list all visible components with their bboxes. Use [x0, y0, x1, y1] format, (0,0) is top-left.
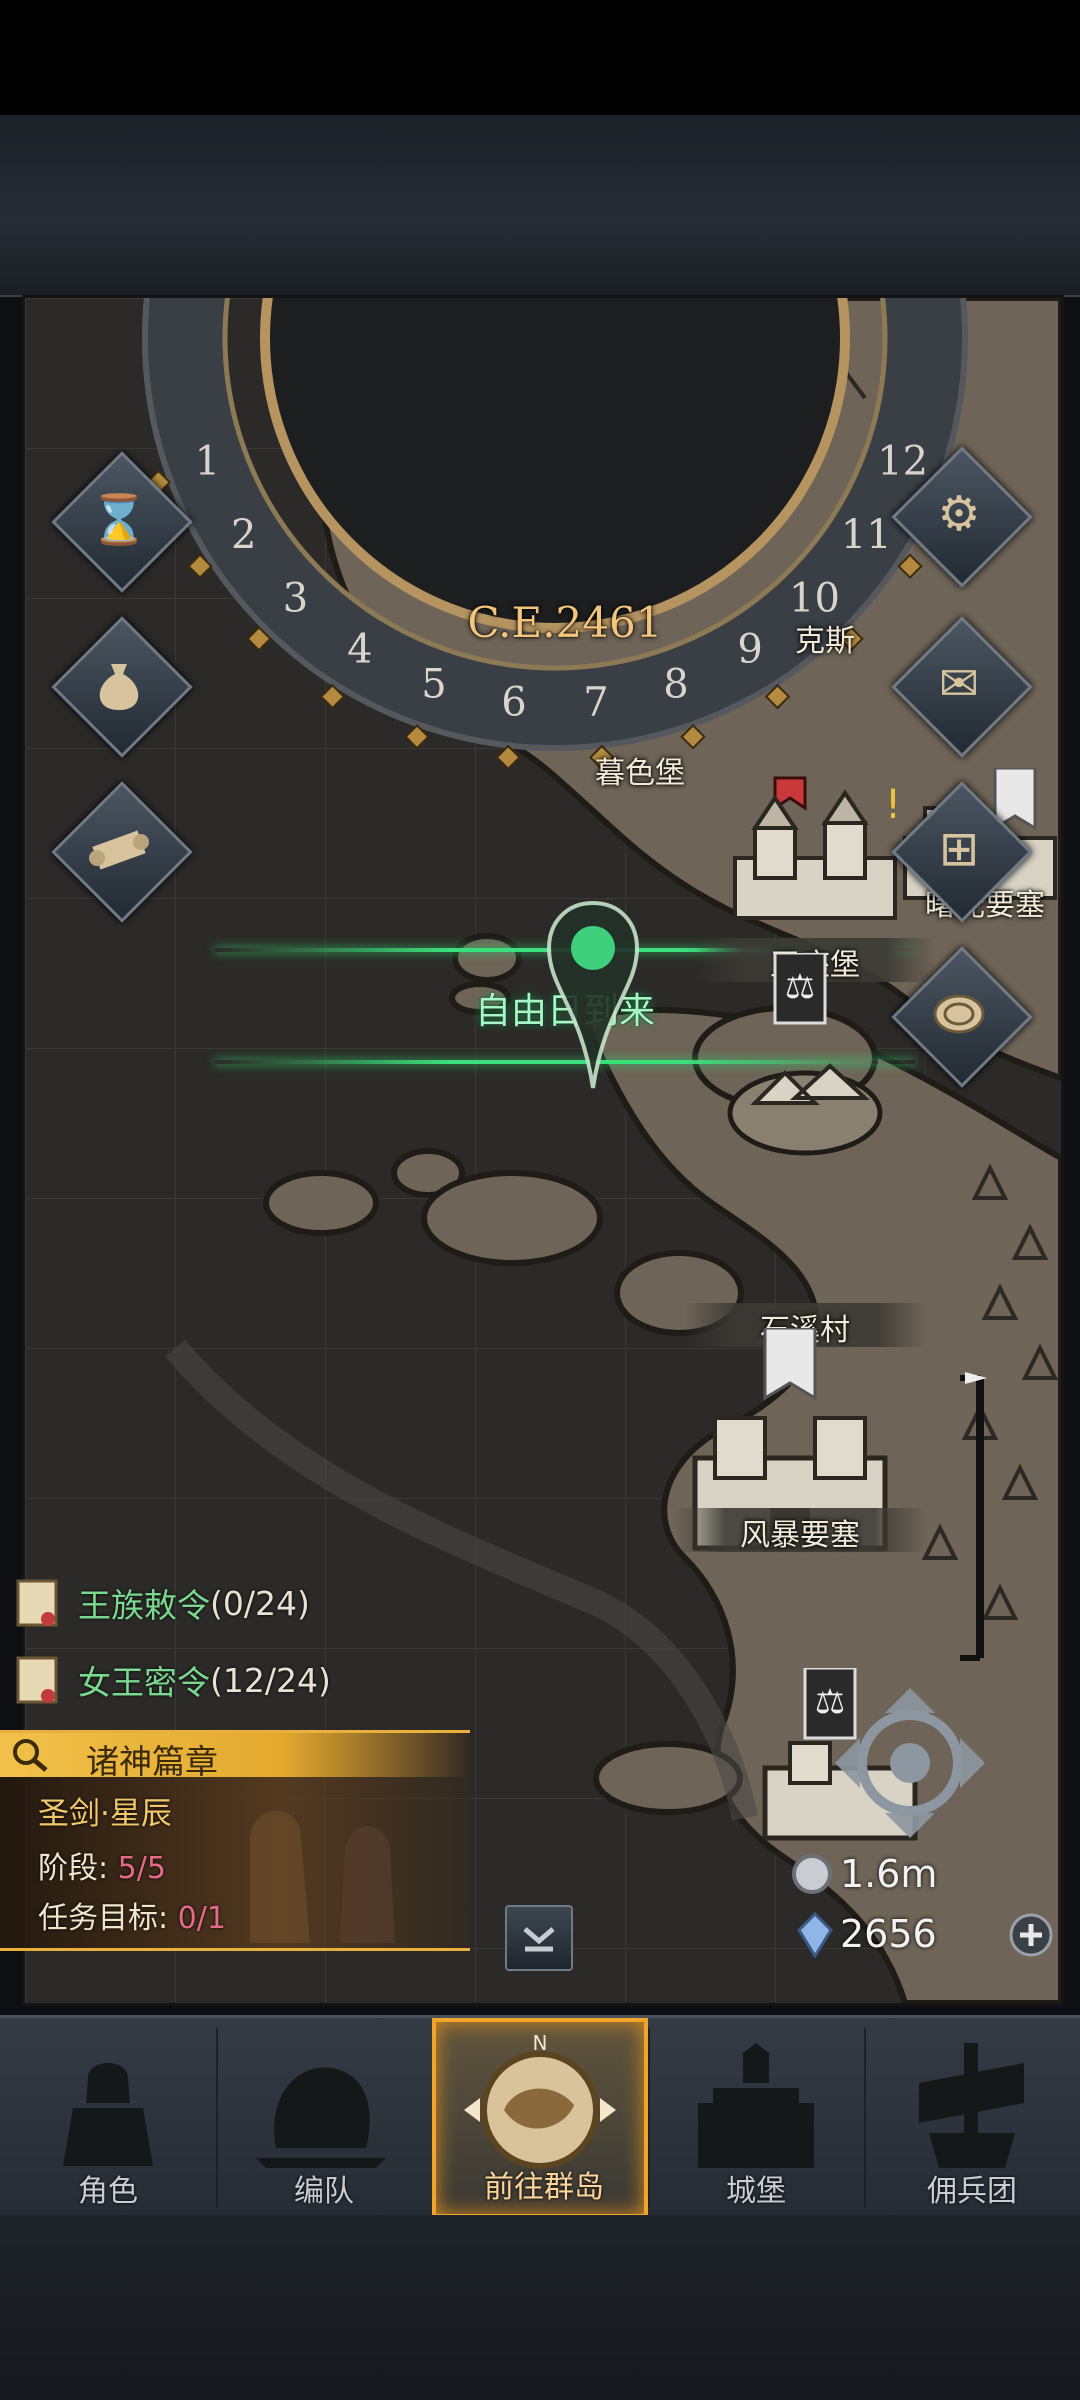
knight-icon [63, 2063, 153, 2166]
bottom-padding [0, 2215, 1080, 2400]
money-bag-button[interactable] [51, 616, 193, 758]
chapter-panel[interactable]: 诸神篇章 圣剑·星辰 阶段: 5/5 任务目标: 0/1 [0, 1730, 470, 1951]
nav-tab-character[interactable]: 角色 [0, 2018, 216, 2218]
quest-scroll-icon [16, 1579, 58, 1627]
chapter-stage-label: 阶段: [38, 1851, 118, 1886]
quest-count: (0/24) [210, 1583, 310, 1623]
place-label-storm[interactable]: 风暴要塞 [695, 1510, 905, 1554]
coin-button[interactable] [891, 946, 1033, 1088]
crystal-icon [797, 1912, 833, 1958]
chapter-title: 诸神篇章 [86, 1742, 218, 1781]
compass-icon: N [464, 2031, 616, 2169]
quest-name: 女王密令 [78, 1663, 210, 1702]
quest-name: 王族敕令 [78, 1586, 210, 1625]
add-crystal-button[interactable] [1008, 1912, 1054, 1958]
grid-window-icon: ⊞ [938, 821, 980, 877]
throne-castle-icon[interactable]: ! [715, 768, 915, 928]
silver-amount: 1.6m [840, 1852, 938, 1896]
chapter-subtitle: 圣剑·星辰 [38, 1796, 172, 1832]
stone-creek-village-icon[interactable]: ⚖ [715, 953, 895, 1163]
helmet-icon [256, 2067, 386, 2168]
scroll-button[interactable] [51, 781, 193, 923]
quest-item-queen-order[interactable]: 女王密令 (12/24) [10, 1650, 331, 1710]
nav-tab-label: 角色 [78, 2174, 138, 2209]
nav-tab-label: 编队 [294, 2174, 354, 2209]
magnifier-icon [13, 1739, 48, 1772]
zoom-slider[interactable] [945, 1368, 995, 1668]
chapter-stage-value: 5/5 [117, 1851, 166, 1886]
money-bag-icon [60, 625, 178, 743]
compass-north-letter: N [533, 2031, 548, 2055]
castle-icon [698, 2043, 814, 2168]
year-label: C.E.2461 [467, 598, 663, 647]
crystal-amount: 2656 [840, 1912, 937, 1956]
nav-tab-label: 前往群岛 [484, 2170, 604, 2205]
gear-icon: ⚙ [937, 486, 981, 542]
recenter-icon[interactable] [835, 1688, 985, 1838]
nav-tab-formation[interactable]: 编队 [216, 2018, 432, 2218]
chapter-goal: 任务目标: 0/1 [38, 1893, 226, 1937]
place-label-kes[interactable]: 克斯 [775, 616, 875, 660]
chevron-down-icon [523, 1927, 555, 1952]
coin-icon [900, 955, 1018, 1073]
status-bar [0, 0, 1080, 115]
place-label-dusk[interactable]: 暮色堡 [570, 748, 710, 792]
silver-coin-icon [792, 1854, 832, 1894]
window-button[interactable]: ⊞ [891, 781, 1033, 923]
chapter-header: 诸神篇章 [0, 1733, 470, 1781]
quest-scroll-icon [16, 1656, 58, 1704]
settings-button[interactable]: ⚙ [891, 446, 1033, 588]
svg-text:⚖: ⚖ [785, 967, 815, 1007]
chapter-goal-label: 任务目标: [38, 1901, 178, 1936]
mail-icon: ✉ [938, 656, 980, 712]
mail-button[interactable]: ✉ [891, 616, 1033, 758]
bottom-nav: 角色 编队 N 前往群岛 城堡 佣兵团 [0, 2015, 1080, 2218]
nav-tab-castle[interactable]: 城堡 [648, 2018, 864, 2218]
nav-tab-islands[interactable]: N 前往群岛 [432, 2018, 648, 2218]
quest-item-royal-decree[interactable]: 王族敕令 (0/24) [10, 1573, 310, 1633]
chapter-stage: 阶段: 5/5 [38, 1843, 166, 1887]
nav-tab-label: 佣兵团 [927, 2174, 1017, 2209]
collapse-panel-button[interactable] [505, 1905, 573, 1971]
nav-tab-label: 城堡 [726, 2174, 786, 2209]
mercenary-banner-icon [919, 2043, 1024, 2168]
chapter-artwork [250, 1810, 395, 1943]
location-marker-icon[interactable] [545, 898, 641, 1098]
hourglass-button[interactable]: ⌛ [51, 451, 193, 593]
scroll-icon [60, 790, 178, 908]
nav-tab-mercenary[interactable]: 佣兵团 [864, 2018, 1080, 2218]
hourglass-icon: ⌛ [89, 491, 149, 548]
header-strip [0, 115, 1080, 297]
quest-count: (12/24) [210, 1660, 331, 1700]
